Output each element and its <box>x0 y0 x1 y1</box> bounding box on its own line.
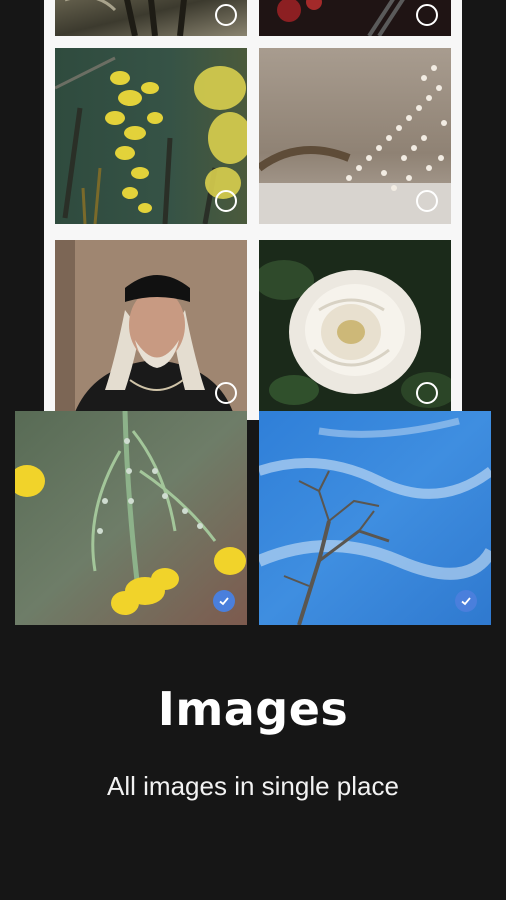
select-circle-icon[interactable] <box>416 4 438 26</box>
photo-dark-plant-tile[interactable] <box>55 0 247 36</box>
select-circle-icon[interactable] <box>416 382 438 404</box>
photo-dried-flowers-tile[interactable] <box>259 48 451 224</box>
photo-yellow-blossom-tile[interactable] <box>15 411 247 625</box>
selected-check-icon[interactable] <box>213 590 235 612</box>
photo-white-rose-tile[interactable] <box>259 240 451 412</box>
photo-yellow-flowers-tile[interactable] <box>55 48 247 224</box>
select-circle-icon[interactable] <box>215 4 237 26</box>
selected-check-icon[interactable] <box>455 590 477 612</box>
onboarding-screen: Images All images in single place <box>0 0 506 900</box>
photo-man-portrait-tile[interactable] <box>55 240 247 412</box>
select-circle-icon[interactable] <box>215 382 237 404</box>
photo-blue-sky-tree-image <box>259 411 491 625</box>
page-subtitle: All images in single place <box>107 771 399 801</box>
select-circle-icon[interactable] <box>416 190 438 212</box>
photo-blue-sky-tree-tile[interactable] <box>259 411 491 625</box>
photo-yellow-blossom-image <box>15 411 247 625</box>
photo-red-flowers-tile[interactable] <box>259 0 451 36</box>
select-circle-icon[interactable] <box>215 190 237 212</box>
page-title: Images <box>157 682 349 736</box>
